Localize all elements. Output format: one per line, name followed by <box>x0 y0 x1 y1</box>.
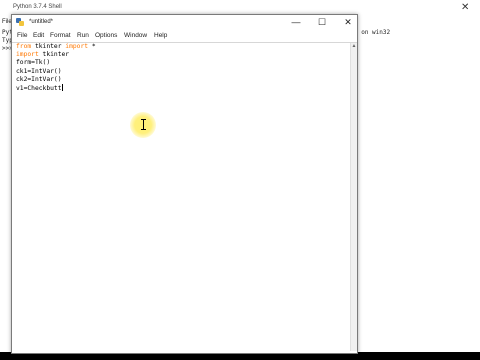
code-text: * <box>88 43 96 50</box>
menu-window[interactable]: Window <box>124 32 147 39</box>
code-text: tkinter <box>31 43 66 50</box>
shell-close-button[interactable]: ✕ <box>461 2 469 13</box>
shell-version-text: ] on win32 <box>354 29 391 36</box>
close-button[interactable]: ✕ <box>342 17 354 28</box>
code-line: ck2=IntVar() <box>16 75 62 83</box>
maximize-button[interactable]: ☐ <box>316 17 328 28</box>
scroll-up-arrow-icon[interactable]: ▲ <box>351 43 357 49</box>
code-line: form=Tk() <box>16 59 51 67</box>
desktop: Python 3.7.4 Shell ✕ File Pyt Typ >>> ] … <box>0 0 480 354</box>
editor-window: *untitled* — ☐ ✕ File Edit Format Run Op… <box>11 14 358 354</box>
shell-titlebar: Python 3.7.4 Shell ✕ <box>0 0 480 15</box>
code-text: tkinter <box>38 51 70 59</box>
keyword: from <box>16 43 32 50</box>
ibeam-cursor-icon <box>141 119 146 130</box>
shell-window-title: Python 3.7.4 Shell <box>13 4 62 10</box>
python-icon <box>16 18 24 26</box>
editor-window-title: *untitled* <box>29 19 54 25</box>
video-frame: Python 3.7.4 Shell ✕ File Pyt Typ >>> ] … <box>0 0 480 360</box>
code-line: v1=Checkbutt <box>16 85 62 93</box>
menu-options[interactable]: Options <box>95 32 117 39</box>
keyword: import <box>65 43 89 50</box>
text-caret <box>61 84 63 92</box>
menu-run[interactable]: Run <box>77 32 89 39</box>
menu-bar: File Edit Format Run Options Window Help <box>12 31 357 42</box>
menu-format[interactable]: Format <box>50 32 71 39</box>
editor-titlebar[interactable]: *untitled* — ☐ ✕ <box>12 15 357 30</box>
minimize-button[interactable]: — <box>290 17 302 28</box>
keyword: import <box>16 51 39 59</box>
code-line: ck1=IntVar() <box>16 67 62 75</box>
menu-edit[interactable]: Edit <box>33 32 44 39</box>
vertical-scrollbar[interactable]: ▲ <box>350 43 357 351</box>
menu-help[interactable]: Help <box>154 32 167 39</box>
menu-file[interactable]: File <box>17 32 27 39</box>
code-editor[interactable]: from tkinter import * import tkinter for… <box>16 43 96 93</box>
